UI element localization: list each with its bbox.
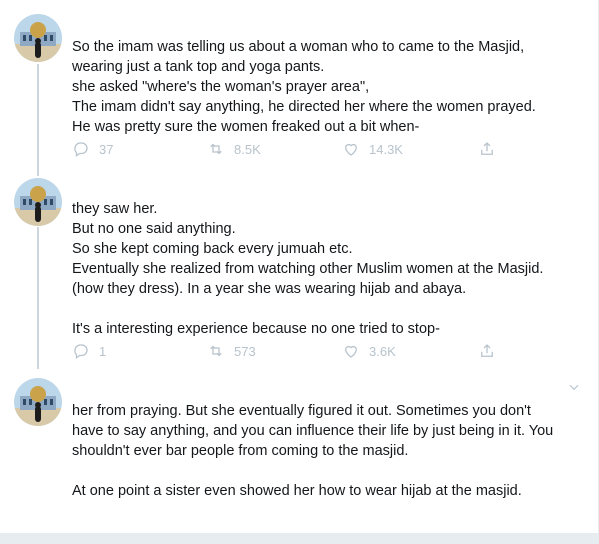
retweet-icon (210, 345, 222, 357)
tweet-line: she asked "where's the woman's prayer ar… (72, 79, 370, 95)
share-button[interactable] (478, 341, 496, 361)
retweet-icon (210, 143, 222, 155)
tweet-line: Eventually she realized from watching ot… (72, 261, 544, 277)
tweet-line: her from praying. But she eventually fig… (72, 403, 531, 419)
tweet-actions: 1 573 3.6K (72, 341, 512, 361)
heart-icon (345, 143, 357, 156)
tweet-line: So the imam was telling us about a woman… (72, 39, 525, 55)
reply-icon (74, 344, 88, 360)
reply-count: 1 (99, 343, 107, 359)
tweet-line: wearing just a tank top and yoga pants. (72, 59, 325, 75)
tweet-line: So she kept coming back every jumuah etc… (72, 241, 353, 257)
tweet-text: So the imam was telling us about a woman… (72, 37, 577, 137)
tweet-text: her from praying. But she eventually fig… (72, 401, 577, 501)
avatar[interactable] (14, 378, 62, 426)
reply-count: 37 (99, 141, 114, 157)
reply-button[interactable]: 1 (72, 341, 106, 361)
tweet-line (72, 461, 577, 481)
share-icon (481, 344, 493, 357)
tweet-text: they saw her. But no one said anything. … (72, 199, 577, 339)
avatar[interactable] (14, 14, 62, 62)
tweet-line: It's a interesting experience because no… (72, 321, 440, 337)
like-count: 14.3K (369, 141, 403, 157)
mosque-avatar-icon (14, 378, 62, 426)
retweet-button[interactable]: 8.5K (207, 139, 261, 159)
tweet-line: shouldn't ever bar people from coming to… (72, 443, 409, 459)
tweet-line: they saw her. (72, 201, 158, 217)
mosque-avatar-icon (14, 14, 62, 62)
mosque-avatar-icon (14, 178, 62, 226)
tweet-line: The imam didn't say anything, he directe… (72, 99, 536, 115)
tweet-line: At one point a sister even showed her ho… (72, 483, 522, 499)
chevron-down-icon[interactable] (567, 380, 581, 394)
tweet-line (72, 299, 577, 319)
retweet-count: 573 (234, 343, 256, 359)
tweet-line: have to say anything, and you can influe… (72, 423, 554, 439)
retweet-button[interactable]: 573 (207, 341, 256, 361)
reply-button[interactable]: 37 (72, 139, 113, 159)
tweet[interactable]: they saw her. But no one said anything. … (0, 168, 599, 368)
like-button[interactable]: 14.3K (342, 139, 403, 159)
tweet-line: (how they dress). In a year she was wear… (72, 281, 467, 297)
thread-card: So the imam was telling us about a woman… (0, 0, 599, 533)
avatar[interactable] (14, 178, 62, 226)
like-count: 3.6K (369, 343, 396, 359)
reply-icon (74, 142, 88, 158)
tweet[interactable]: her from praying. But she eventually fig… (0, 368, 599, 533)
page-bottom-bar (0, 533, 599, 544)
retweet-count: 8.5K (234, 141, 261, 157)
tweet[interactable]: So the imam was telling us about a woman… (0, 0, 599, 168)
share-button[interactable] (478, 139, 496, 159)
heart-icon (345, 345, 357, 358)
share-icon (481, 142, 493, 155)
tweet-actions: 37 8.5K 14.3K (72, 139, 512, 159)
tweet-line: But no one said anything. (72, 221, 236, 237)
tweet-line: He was pretty sure the women freaked out… (72, 119, 420, 135)
like-button[interactable]: 3.6K (342, 341, 396, 361)
